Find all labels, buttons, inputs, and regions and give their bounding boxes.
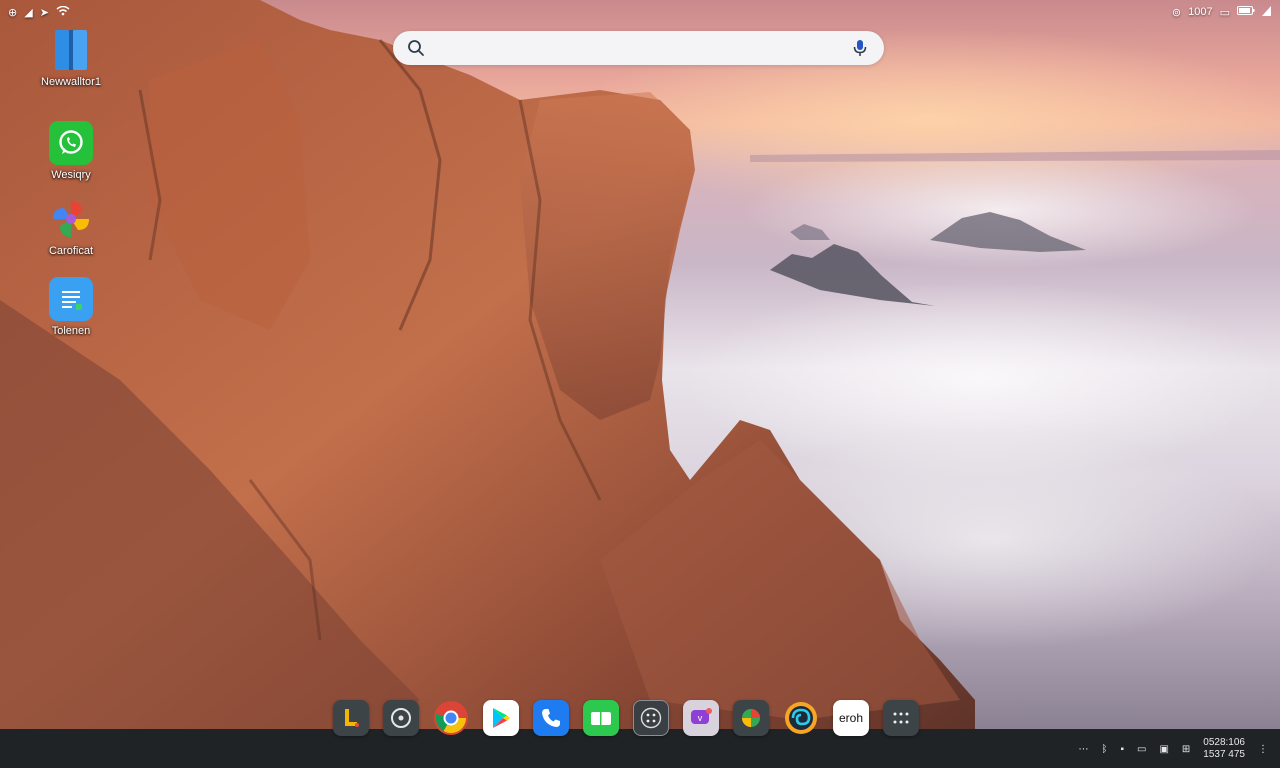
notification-icon[interactable]: ▪ xyxy=(1120,744,1124,755)
play-store-icon[interactable] xyxy=(483,700,519,736)
text-tile-label: eroh xyxy=(838,711,864,725)
navigation-icon: ➤ xyxy=(39,6,49,19)
desktop-icon-tolenen[interactable]: Tolenen xyxy=(26,277,116,337)
desktop-icon-caroficat[interactable]: Caroficat xyxy=(26,197,116,257)
desktop-icon-newwalltor1[interactable]: Newwalltor1 xyxy=(26,28,116,88)
document-split-icon[interactable] xyxy=(49,28,93,72)
signal-icon xyxy=(1262,5,1272,19)
microphone-icon[interactable] xyxy=(852,39,868,57)
wifi-tray-icon[interactable]: ⊞ xyxy=(1182,744,1190,755)
chat-bubble-icon[interactable]: v xyxy=(683,700,719,736)
screen-cast-icon[interactable]: ▣ xyxy=(1159,744,1168,755)
more-menu-icon[interactable]: ⋮ xyxy=(1258,744,1268,755)
location-icon: ⊚ xyxy=(1171,6,1182,19)
status-value: 1007 xyxy=(1188,6,1213,18)
chrome-icon[interactable] xyxy=(433,700,469,736)
bluetooth-icon[interactable]: ᛒ xyxy=(1101,744,1107,755)
whatsapp-icon[interactable] xyxy=(49,121,93,165)
status-bar: ⊕ ◢ ➤ ⊚ 1007 ▭ xyxy=(0,0,1280,24)
notes-icon[interactable] xyxy=(49,277,93,321)
svg-text:v: v xyxy=(698,713,703,723)
direction-icon: ◢ xyxy=(24,6,33,19)
wallpaper xyxy=(0,0,1280,768)
desktop-icon-label: Newwalltor1 xyxy=(41,76,101,88)
circle-target-icon[interactable] xyxy=(383,700,419,736)
desktop-icon-label: Wesiqry xyxy=(51,169,91,181)
search-bar[interactable] xyxy=(393,31,884,65)
app-drawer-icon[interactable] xyxy=(883,700,919,736)
text-tile-icon[interactable]: eroh xyxy=(833,700,869,736)
desktop-icon-wesiqry[interactable]: Wesiqry xyxy=(26,121,116,181)
record-icon: ⊕ xyxy=(8,6,18,19)
colorful-cube-icon[interactable] xyxy=(733,700,769,736)
clock[interactable]: 0528:106 1537 475 xyxy=(1203,737,1245,761)
status-left: ⊕ ◢ ➤ xyxy=(8,5,70,19)
photos-pinwheel-icon[interactable] xyxy=(49,197,93,241)
app-dock: v eroh xyxy=(333,696,919,740)
status-right: ⊚ 1007 ▭ xyxy=(1171,5,1272,19)
dots-grid-icon[interactable] xyxy=(633,700,669,736)
phone-icon[interactable] xyxy=(533,700,569,736)
video-meet-icon[interactable] xyxy=(583,700,619,736)
rock-cliff xyxy=(0,0,975,768)
tray-overflow-icon[interactable]: ⋯ xyxy=(1078,744,1088,755)
launcher-l-icon[interactable] xyxy=(333,700,369,736)
message-icon[interactable]: ▭ xyxy=(1137,744,1146,755)
spiral-browser-icon[interactable] xyxy=(783,700,819,736)
search-icon[interactable] xyxy=(407,39,425,57)
desktop-icon-label: Caroficat xyxy=(48,245,94,257)
search-input[interactable] xyxy=(435,40,842,56)
battery-icon xyxy=(1237,6,1255,18)
clock-time: 0528:106 xyxy=(1203,737,1245,748)
screen-icon: ▭ xyxy=(1219,6,1230,19)
system-tray: ⋯ ᛒ ▪ ▭ ▣ ⊞ 0528:106 1537 475 ⋮ xyxy=(1078,735,1268,763)
clock-date: 1537 475 xyxy=(1203,749,1245,760)
desktop-icon-label: Tolenen xyxy=(51,325,91,337)
wifi-icon xyxy=(56,5,70,19)
